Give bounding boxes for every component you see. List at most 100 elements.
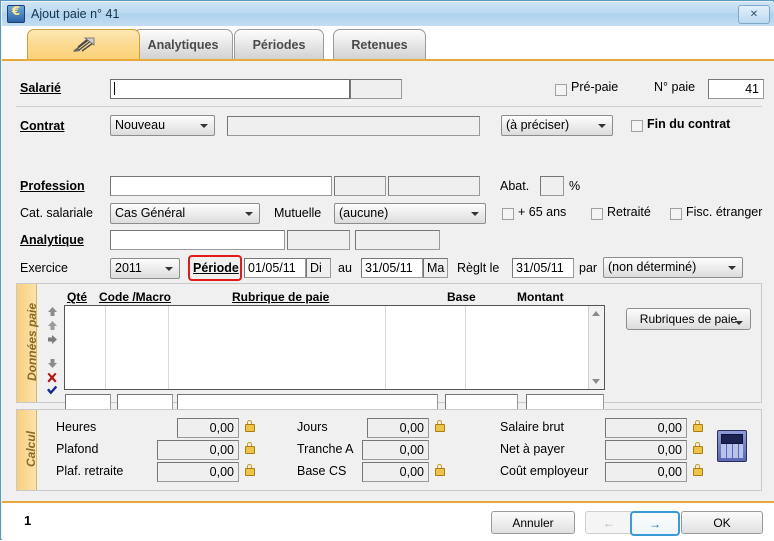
close-icon[interactable]: ✕ bbox=[738, 5, 770, 24]
validate-row-icon[interactable] bbox=[46, 385, 58, 400]
contrat-label: Contrat bbox=[20, 119, 65, 133]
salarie-row: Salarié bbox=[20, 81, 61, 95]
calcul-section-label: Calcul bbox=[24, 431, 38, 468]
tab-general[interactable] bbox=[27, 29, 140, 59]
move-up-icon[interactable] bbox=[47, 320, 58, 334]
salarie-code-field[interactable] bbox=[350, 79, 402, 99]
contrat-type-value: Nouveau bbox=[115, 118, 166, 132]
no-paie-field[interactable]: 41 bbox=[708, 79, 764, 99]
cat-salariale-select[interactable]: Cas Général bbox=[110, 203, 260, 224]
reglement-mode-select[interactable]: (non déterminé) bbox=[603, 257, 743, 278]
base-cs-field[interactable]: 0,00 bbox=[362, 462, 429, 482]
periode-end-date[interactable]: 31/05/11 bbox=[361, 258, 423, 278]
paie-lines-grid[interactable] bbox=[64, 305, 605, 390]
lock-icon bbox=[244, 420, 255, 432]
heures-label: Heures bbox=[56, 420, 97, 434]
tab-retenues[interactable]: Retenues bbox=[333, 29, 426, 59]
move-prev-icon[interactable] bbox=[47, 334, 58, 348]
chevron-down-icon bbox=[245, 212, 253, 216]
cout-employeur-field[interactable]: 0,00 bbox=[605, 462, 687, 482]
contrat-precision-select[interactable]: (à préciser) bbox=[501, 115, 613, 136]
analytique-input[interactable] bbox=[110, 230, 285, 250]
plafond-field[interactable]: 0,00 bbox=[157, 440, 239, 460]
exercice-value: 2011 bbox=[115, 261, 142, 275]
retraite-checkbox[interactable] bbox=[591, 208, 603, 220]
net-a-payer-label: Net à payer bbox=[500, 442, 565, 456]
tab-label: Retenues bbox=[351, 37, 408, 52]
previous-button[interactable]: ← bbox=[585, 511, 633, 534]
window-title: Ajout paie n° 41 bbox=[31, 7, 120, 21]
chevron-down-icon bbox=[471, 212, 479, 216]
tranche-a-field[interactable]: 0,00 bbox=[362, 440, 429, 460]
periode-end-day: Ma bbox=[423, 258, 448, 278]
scroll-down-icon[interactable] bbox=[592, 379, 600, 384]
reglement-by-label: par bbox=[579, 261, 598, 275]
rubriques-de-paie-button[interactable]: Rubriques de paie bbox=[626, 308, 751, 330]
analytique-extra-field[interactable] bbox=[355, 230, 440, 250]
heures-field[interactable]: 0,00 bbox=[177, 418, 239, 438]
tab-periodes[interactable]: Périodes bbox=[234, 29, 324, 59]
chevron-down-icon bbox=[728, 266, 736, 270]
abattement-field[interactable] bbox=[540, 176, 564, 196]
column-header-code-macro: Code /Macro bbox=[99, 290, 172, 304]
salarie-label: Salarié bbox=[20, 81, 62, 95]
exercice-select[interactable]: 2011 bbox=[110, 258, 180, 279]
jours-field[interactable]: 0,00 bbox=[367, 418, 429, 438]
arrow-left-icon: ← bbox=[603, 515, 615, 530]
analytique-code-field[interactable] bbox=[287, 230, 350, 250]
contrat-name-field[interactable] bbox=[227, 116, 480, 136]
chevron-down-icon bbox=[165, 267, 173, 271]
periode-start-date[interactable]: 01/05/11 bbox=[244, 258, 306, 278]
profession-label: Profession bbox=[20, 179, 85, 193]
abattement-label: Abat. bbox=[500, 179, 530, 193]
fisc-etranger-label: Fisc. étranger bbox=[686, 205, 763, 219]
net-a-payer-field[interactable]: 0,00 bbox=[605, 440, 687, 460]
donnees-paie-section-label: Données paie bbox=[25, 302, 39, 382]
contrat-type-select[interactable]: Nouveau bbox=[110, 115, 215, 136]
contrat-precision-value: (à préciser) bbox=[506, 118, 570, 132]
salaire-brut-field[interactable]: 0,00 bbox=[605, 418, 687, 438]
next-button[interactable]: → bbox=[630, 511, 680, 536]
profession-code-field[interactable] bbox=[334, 176, 386, 196]
plus65-checkbox[interactable] bbox=[502, 208, 514, 220]
ok-button[interactable]: OK bbox=[681, 511, 763, 534]
cat-salariale-label: Cat. salariale bbox=[20, 206, 93, 220]
periode-label[interactable]: Période bbox=[193, 261, 239, 275]
grid-scrollbar[interactable] bbox=[588, 306, 604, 389]
calcul-section-tab: Calcul bbox=[17, 410, 38, 490]
cancel-button[interactable]: Annuler bbox=[491, 511, 575, 534]
profession-extra-field[interactable] bbox=[388, 176, 480, 196]
tab-label: Périodes bbox=[252, 37, 306, 52]
salarie-input[interactable] bbox=[110, 79, 350, 99]
form-body: Salarié Pré-paie N° paie 41 Contrat Nouv… bbox=[2, 59, 774, 503]
reglement-label: Règlt le bbox=[457, 261, 500, 275]
tab-analytiques[interactable]: Analytiques bbox=[133, 29, 233, 59]
lock-icon bbox=[692, 420, 703, 432]
profession-input[interactable] bbox=[110, 176, 332, 196]
base-cs-label: Base CS bbox=[297, 464, 347, 478]
fisc-etranger-checkbox[interactable] bbox=[670, 208, 682, 220]
move-down-icon[interactable] bbox=[47, 358, 58, 372]
tranche-a-label: Tranche A bbox=[297, 442, 354, 456]
pre-paie-checkbox[interactable] bbox=[555, 84, 567, 96]
fin-contrat-checkbox[interactable] bbox=[631, 120, 643, 132]
periode-start-day: Di bbox=[306, 258, 331, 278]
lock-icon bbox=[434, 420, 445, 432]
analytique-label: Analytique bbox=[20, 233, 84, 247]
mutuelle-value: (aucune) bbox=[339, 206, 389, 220]
dialog-window: Ajout paie n° 41 ✕ Analytiques bbox=[0, 0, 774, 541]
calculator-icon[interactable] bbox=[717, 430, 747, 462]
move-top-icon[interactable] bbox=[47, 306, 58, 320]
jours-label: Jours bbox=[297, 420, 328, 434]
mutuelle-select[interactable]: (aucune) bbox=[334, 203, 486, 224]
abattement-unit: % bbox=[569, 179, 581, 193]
scroll-up-icon[interactable] bbox=[592, 311, 600, 316]
plaf-retraite-field[interactable]: 0,00 bbox=[157, 462, 239, 482]
page-number: 1 bbox=[24, 513, 32, 528]
reglement-date[interactable]: 31/05/11 bbox=[512, 258, 574, 278]
calcul-panel: Calcul Heures 0,00 Plafond 0,00 Plaf. re… bbox=[16, 409, 762, 491]
lock-icon bbox=[692, 442, 703, 454]
tab-label: Analytiques bbox=[147, 37, 219, 52]
row-toolbar bbox=[44, 306, 62, 395]
mutuelle-label: Mutuelle bbox=[274, 206, 322, 220]
